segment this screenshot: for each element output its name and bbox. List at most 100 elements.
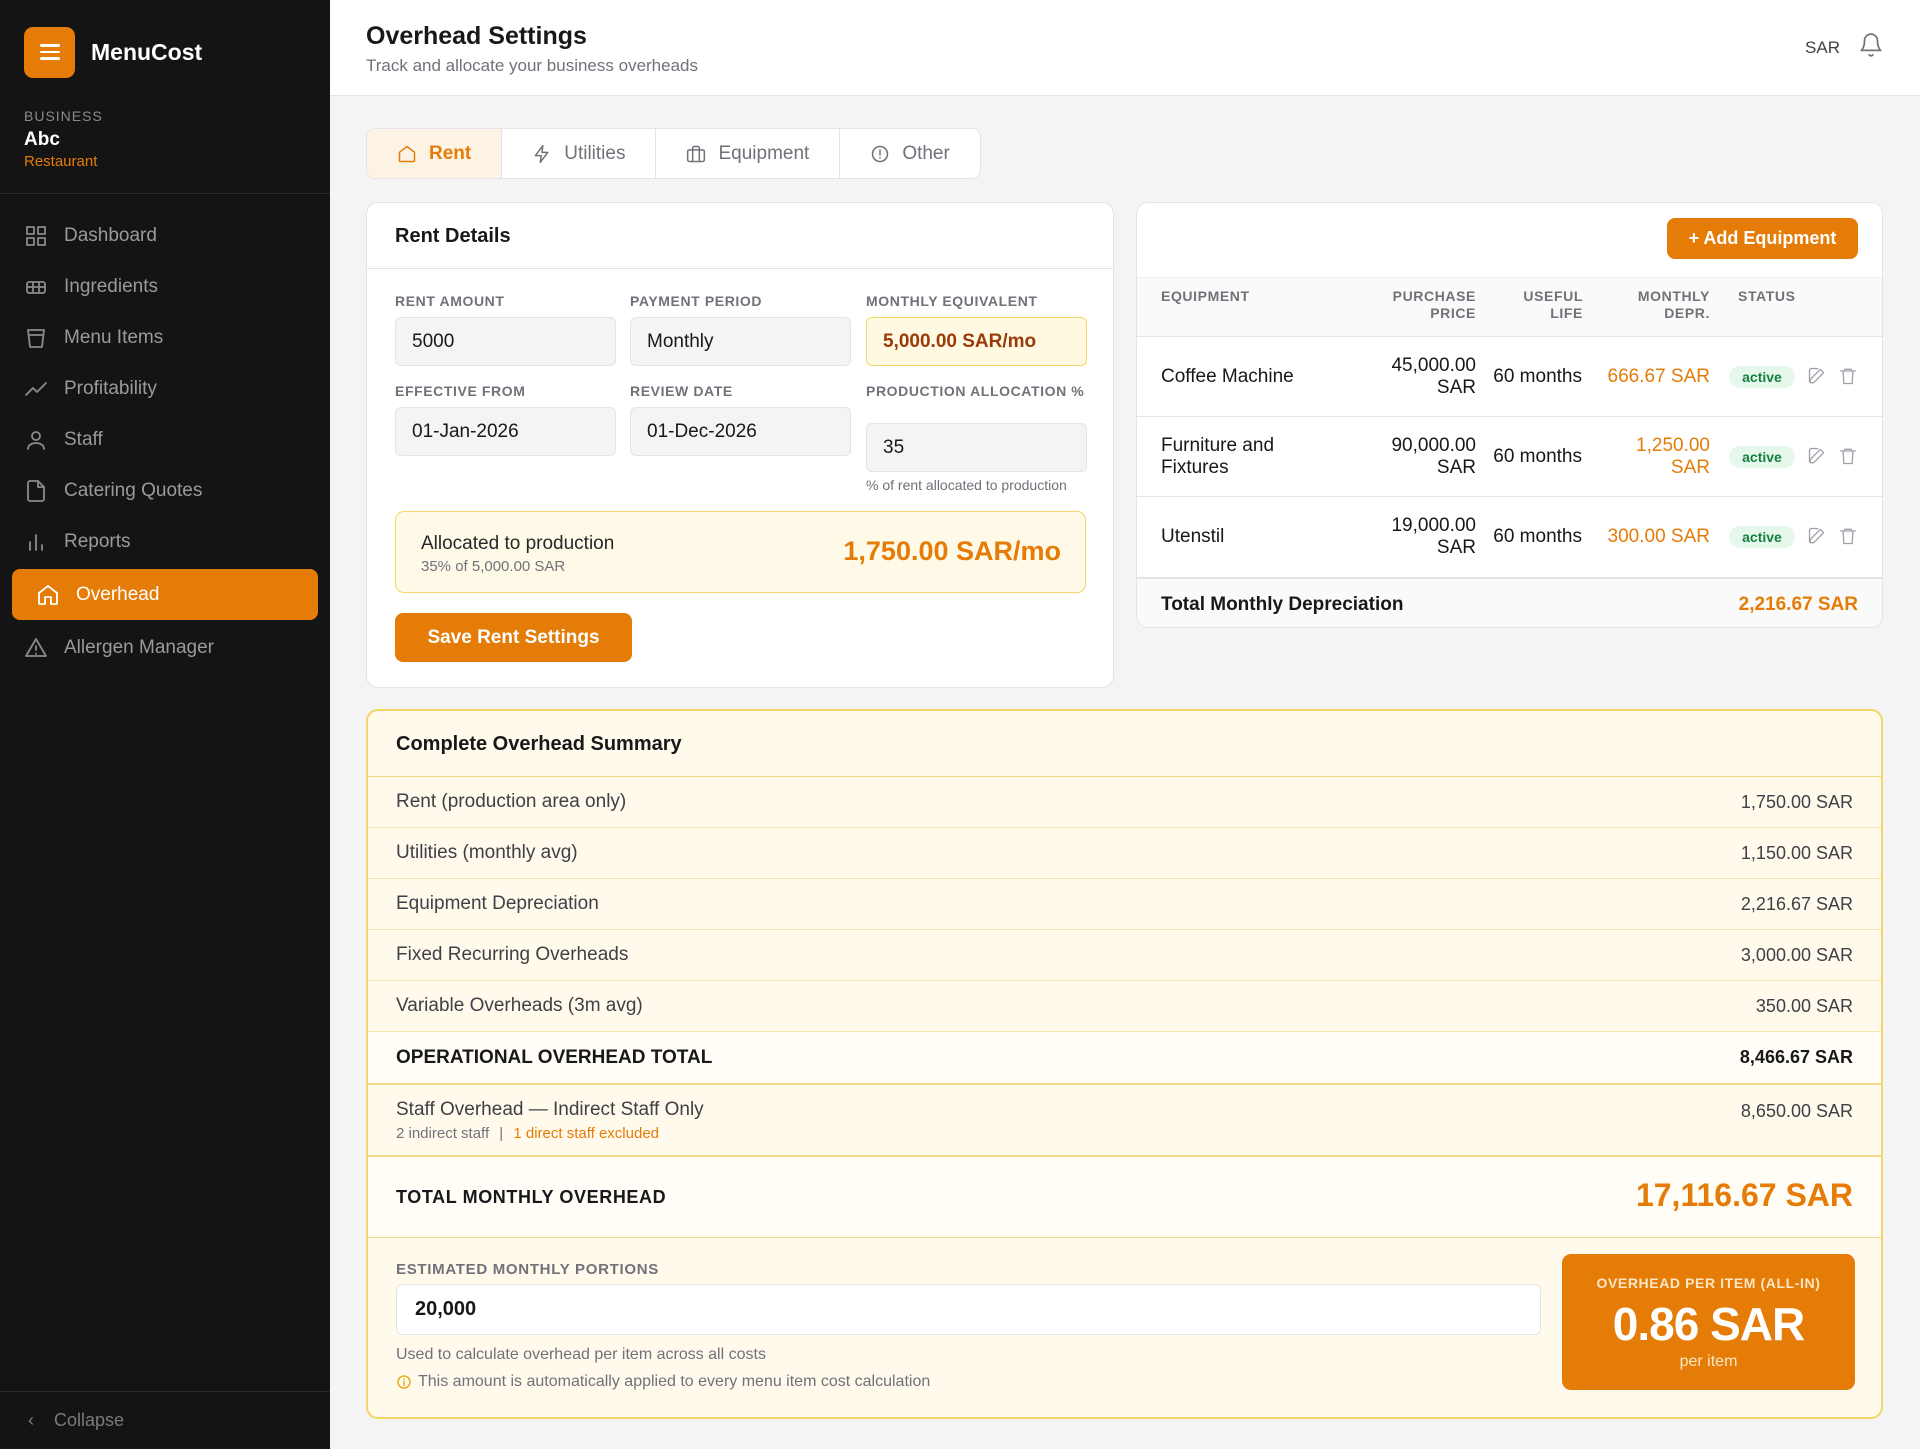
purchase-price-line1: 90,000.00 [1391,435,1476,456]
col-monthly-depr-line1: MONTHLY [1637,288,1710,304]
purchase-price-line1: 19,000.00 [1391,515,1476,536]
staff-overhead-value: 8,650.00 SAR [1740,1101,1853,1121]
page-header: Overhead Settings Track and allocate you… [330,0,1920,96]
sidebar-item-label: Ingredients [64,275,159,297]
sidebar-item-staff[interactable]: Staff [0,414,330,465]
trash-icon[interactable] [1838,526,1858,546]
sidebar: MenuCost BUSINESS Abc Restaurant Dashboa… [0,0,330,1449]
summary-label: Utilities (monthly avg) [396,842,578,863]
edit-icon[interactable] [1807,366,1827,386]
production-allocation-hint: % of rent allocated to production [866,477,1067,493]
col-monthly-depr: MONTHLY DEPR. [1638,288,1710,322]
overhead-summary-card: Complete Overhead Summary Rent (producti… [366,709,1883,1419]
brand: MenuCost [0,0,330,104]
review-date-input[interactable]: 01-Dec-2026 [630,407,851,456]
currency-selector[interactable]: SAR [1805,38,1840,58]
collapse-button[interactable]: ‹ Collapse [0,1391,330,1449]
add-equipment-button[interactable]: + Add Equipment [1667,218,1858,259]
production-allocation-label: PRODUCTION ALLOCATION % [866,383,1085,399]
purchase-price: 45,000.00 SAR [1391,355,1476,399]
portions-input[interactable]: 20,000 [396,1284,1541,1335]
tab-label: Equipment [718,142,810,164]
page-subtitle: Track and allocate your business overhea… [366,56,698,75]
business-label: BUSINESS [24,108,103,124]
status-badge: active [1729,366,1795,388]
summary-row-fixed: Fixed Recurring Overheads 3,000.00 SAR [368,930,1881,981]
summary-title: Complete Overhead Summary [368,711,1881,777]
rent-details-card: Rent Details RENT AMOUNT 5000 PAYMENT PE… [366,202,1114,688]
total-depreciation-value: 2,216.67 SAR [1738,594,1858,615]
summary-value: 350.00 SAR [1755,995,1853,1016]
allocated-value: 1,750.00 SAR/mo [843,536,1061,566]
summary-label: Equipment Depreciation [396,893,599,914]
trash-icon[interactable] [1838,446,1858,466]
sidebar-item-ingredients[interactable]: Ingredients [0,261,330,312]
staff-overhead-row: Staff Overhead — Indirect Staff Only 2 i… [368,1085,1881,1157]
sidebar-item-allergen-manager[interactable]: Allergen Manager [0,622,330,673]
home-icon [38,584,58,605]
effective-from-input[interactable]: 01-Jan-2026 [395,407,616,456]
portions-hint: Used to calculate overhead per item acro… [396,1346,766,1363]
summary-value: 1,750.00 SAR [1740,791,1853,812]
sidebar-item-reports[interactable]: Reports [0,516,330,567]
equipment-name-line1: Furniture and [1161,435,1275,456]
purchase-price-line1: 45,000.00 [1391,355,1476,376]
summary-value: 2,216.67 SAR [1740,893,1853,914]
status-badge: active [1729,526,1795,548]
ingredients-icon [26,280,46,294]
overhead-per-item-box: OVERHEAD PER ITEM (ALL-IN) 0.86 SAR per … [1562,1254,1855,1390]
summary-label: Variable Overheads (3m avg) [396,995,643,1016]
detail-separator: | [499,1125,504,1142]
business-info: BUSINESS Abc Restaurant [0,104,330,194]
col-equipment: EQUIPMENT [1161,288,1250,304]
col-useful-life: USEFUL LIFE [1523,288,1583,322]
equipment-name: Utenstil [1161,526,1224,548]
equipment-name-line1: Coffee Machine [1161,366,1294,387]
table-row: Coffee Machine 45,000.00 SAR 60 months 66… [1137,337,1882,417]
trend-icon [25,381,47,396]
sidebar-item-catering-quotes[interactable]: Catering Quotes [0,465,330,516]
summary-label: Fixed Recurring Overheads [396,944,629,965]
staff-overhead-label: Staff Overhead — Indirect Staff Only [396,1099,704,1120]
tab-utilities[interactable]: Utilities [502,129,657,178]
total-monthly-overhead-row: TOTAL MONTHLY OVERHEAD 17,116.67 SAR [368,1157,1881,1238]
summary-row-equipment: Equipment Depreciation 2,216.67 SAR [368,879,1881,930]
save-rent-settings-button[interactable]: Save Rent Settings [395,613,632,662]
equipment-name-line2: Fixtures [1161,457,1229,478]
monthly-depreciation: 666.67 SAR [1607,366,1710,387]
rent-amount-label: RENT AMOUNT [395,293,505,309]
trash-icon[interactable] [1838,366,1858,386]
portions-label: ESTIMATED MONTHLY PORTIONS [396,1261,659,1278]
bell-icon[interactable] [1858,32,1884,58]
total-overhead-label: TOTAL MONTHLY OVERHEAD [396,1187,667,1207]
sidebar-item-profitability[interactable]: Profitability [0,363,330,414]
equipment-name: Coffee Machine [1161,366,1294,388]
page-title: Overhead Settings [366,22,587,50]
monthly-depreciation-line1: 1,250.00 [1636,435,1710,456]
useful-life: 60 months [1493,526,1582,547]
tab-equipment[interactable]: Equipment [656,129,841,178]
menu-icon[interactable] [24,26,75,78]
production-allocation-input[interactable]: 35 [866,423,1087,472]
sidebar-item-dashboard[interactable]: Dashboard [0,210,330,261]
sidebar-item-overhead[interactable]: Overhead [12,569,318,620]
allocated-subtitle: 35% of 5,000.00 SAR [421,558,566,575]
edit-icon[interactable] [1807,446,1827,466]
equipment-name-line1: Utenstil [1161,526,1225,547]
rent-amount-input[interactable]: 5000 [395,317,616,366]
tab-rent[interactable]: Rent [367,129,503,178]
sidebar-item-label: Menu Items [64,326,164,348]
allocated-title: Allocated to production [421,533,615,554]
table-row: Furniture and Fixtures 90,000.00 SAR 60 mo… [1137,417,1882,497]
sidebar-item-label: Catering Quotes [64,479,203,501]
total-depreciation-label: Total Monthly Depreciation [1161,594,1404,615]
purchase-price: 90,000.00 SAR [1391,435,1476,479]
table-row: Utenstil 19,000.00 SAR 60 months 300.00 S… [1137,497,1882,577]
edit-icon[interactable] [1807,526,1827,546]
monthly-equivalent-label: MONTHLY EQUIVALENT [866,293,1038,309]
tab-other[interactable]: Other [840,129,980,178]
home-icon [398,145,416,162]
payment-period-select[interactable]: Monthly [630,317,851,366]
chevron-left-icon: ‹ [28,1410,34,1430]
sidebar-item-menu-items[interactable]: Menu Items [0,312,330,363]
